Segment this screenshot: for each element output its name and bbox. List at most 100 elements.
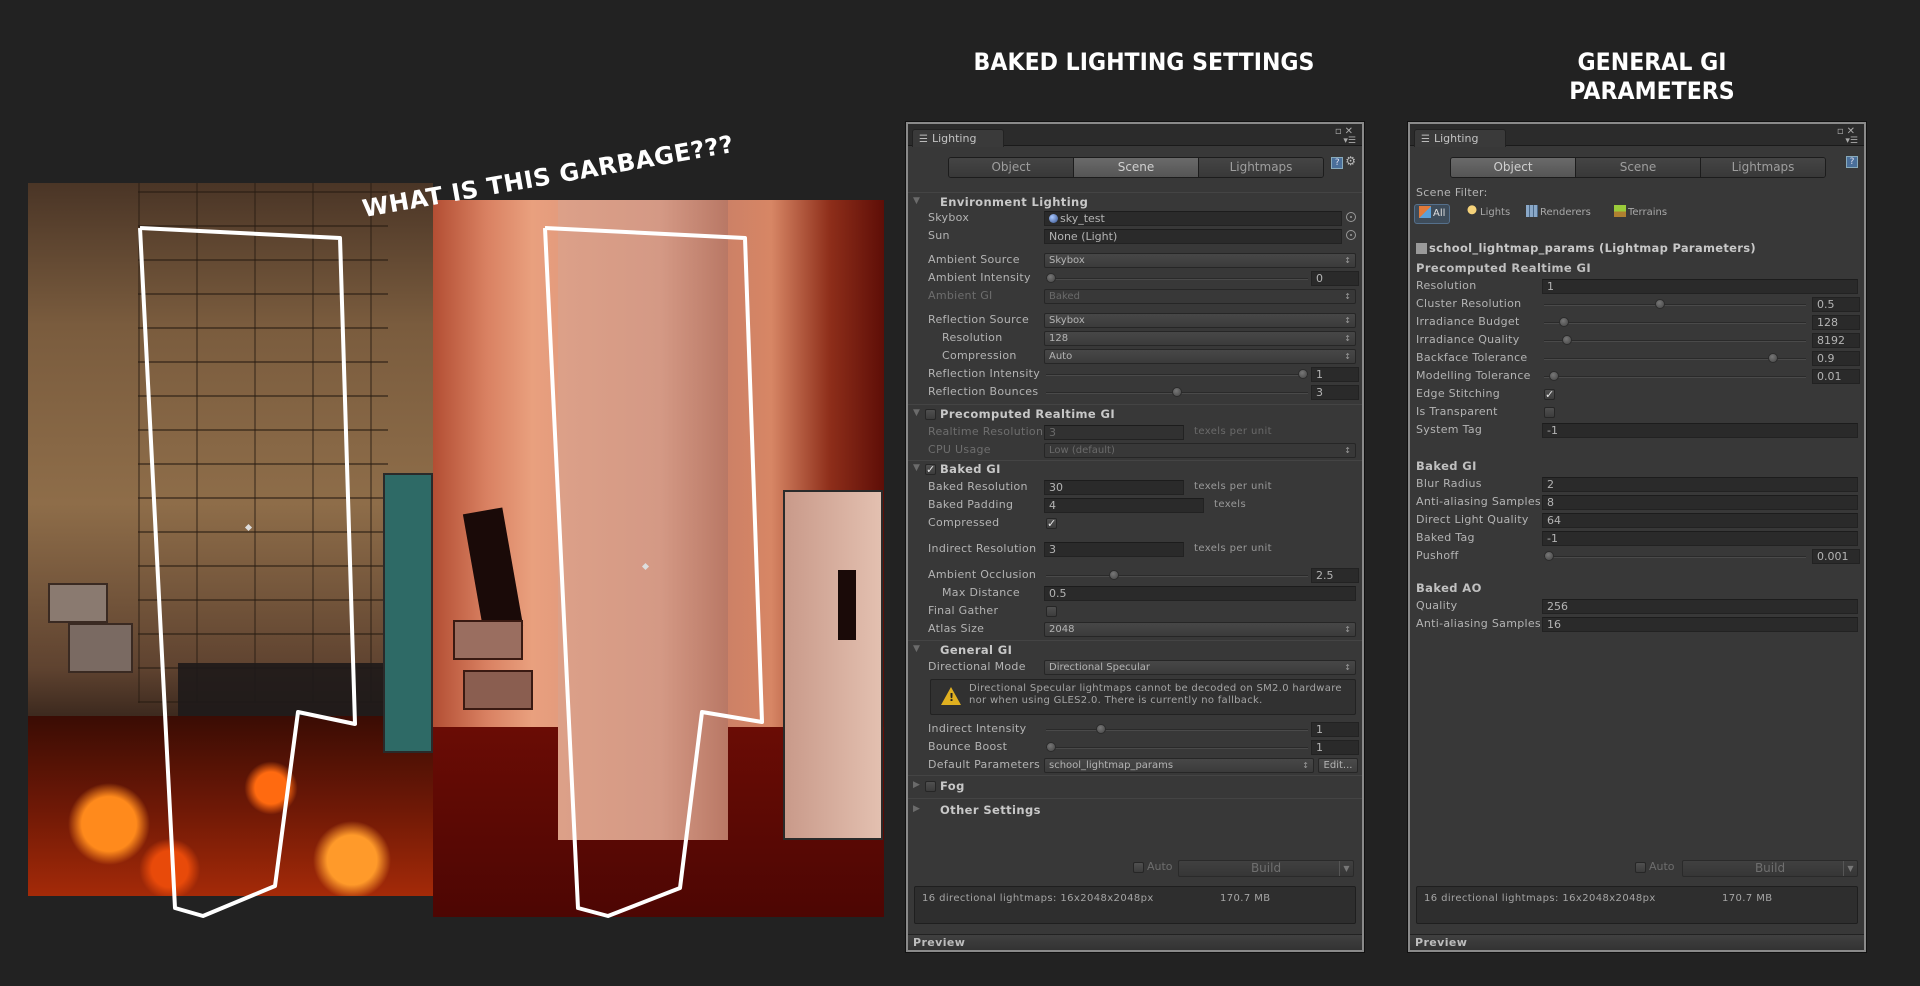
slider-thumb[interactable] [1549, 371, 1560, 381]
modelling-tolerance-slider[interactable] [1544, 369, 1806, 384]
object-picker-icon[interactable] [1346, 230, 1356, 240]
atlas-size-dropdown[interactable]: 2048 [1044, 622, 1356, 637]
tab-scene[interactable]: Scene [1074, 158, 1199, 177]
foldout-arrow-icon[interactable]: ▶ [913, 780, 920, 790]
auto-checkbox[interactable] [1635, 862, 1646, 873]
tab-scene[interactable]: Scene [1576, 158, 1701, 177]
section-other-settings[interactable]: ▶ Other Settings [908, 802, 1362, 820]
baked-tag-field[interactable]: -1 [1542, 531, 1858, 546]
slider-thumb[interactable] [1544, 551, 1554, 561]
reflection-intensity-slider[interactable] [1046, 367, 1308, 382]
ambient-occlusion-slider[interactable] [1046, 568, 1308, 583]
slider-thumb[interactable] [1654, 299, 1665, 309]
foldout-arrow-icon[interactable]: ▼ [913, 463, 920, 473]
pushoff-slider[interactable] [1544, 549, 1806, 564]
auto-checkbox[interactable] [1133, 862, 1144, 873]
tab-object[interactable]: Object [1451, 158, 1576, 177]
gear-icon[interactable]: ⚙ [1345, 154, 1356, 168]
object-picker-icon[interactable] [1346, 212, 1356, 222]
edge-stitching-checkbox[interactable]: ✓ [1544, 389, 1555, 400]
indirect-intensity-slider[interactable] [1046, 722, 1308, 737]
baked-resolution-field[interactable]: 30 [1044, 480, 1184, 495]
section-general-gi[interactable]: ▼ General GI [908, 642, 1362, 660]
section-baked-gi[interactable]: ▼ ✓ Baked GI [908, 461, 1362, 479]
backface-tolerance-field[interactable]: 0.9 [1812, 351, 1860, 366]
ao-aa-samples-field[interactable]: 16 [1542, 617, 1858, 632]
compressed-checkbox[interactable]: ✓ [1046, 518, 1057, 529]
slider-thumb[interactable] [1096, 724, 1107, 734]
section-fog[interactable]: ▶ Fog [908, 778, 1362, 796]
reflection-intensity-field[interactable]: 1 [1311, 367, 1359, 382]
pushoff-field[interactable]: 0.001 [1812, 549, 1860, 564]
foldout-arrow-icon[interactable]: ▶ [913, 804, 920, 814]
foldout-arrow-icon[interactable]: ▼ [913, 408, 920, 418]
bounce-boost-field[interactable]: 1 [1311, 740, 1359, 755]
cluster-resolution-slider[interactable] [1544, 297, 1806, 312]
slider-thumb[interactable] [1046, 273, 1056, 283]
slider-thumb[interactable] [1559, 317, 1570, 327]
baked-padding-field[interactable]: 4 [1044, 498, 1204, 513]
slider-thumb[interactable] [1109, 570, 1119, 580]
precomputed-enable-checkbox[interactable] [925, 409, 936, 420]
section-precomputed-realtime-gi[interactable]: ▼ Precomputed Realtime GI [908, 406, 1362, 424]
help-icon[interactable]: ? [1846, 156, 1858, 168]
ambient-intensity-slider[interactable] [1046, 271, 1308, 286]
reflection-source-dropdown[interactable]: Skybox [1044, 313, 1356, 328]
baked-gi-enable-checkbox[interactable]: ✓ [925, 464, 936, 475]
reflection-resolution-dropdown[interactable]: 128 [1044, 331, 1356, 346]
help-icon[interactable]: ? [1331, 157, 1344, 169]
reflection-bounces-slider[interactable] [1046, 385, 1308, 400]
edit-parameters-button[interactable]: Edit... [1318, 758, 1358, 773]
compression-dropdown[interactable]: Auto [1044, 349, 1356, 364]
directional-mode-dropdown[interactable]: Directional Specular [1044, 660, 1356, 675]
irradiance-budget-slider[interactable] [1544, 315, 1806, 330]
build-button[interactable]: Build ▼ [1178, 860, 1354, 877]
ambient-source-dropdown[interactable]: Skybox [1044, 253, 1356, 268]
filter-renderers[interactable]: Renderers [1522, 204, 1595, 224]
window-menu-icon[interactable]: ▾☰ [1343, 136, 1356, 146]
blur-radius-field[interactable]: 2 [1542, 477, 1858, 492]
fog-enable-checkbox[interactable] [925, 781, 936, 792]
ao-quality-field[interactable]: 256 [1542, 599, 1858, 614]
window-tab-lighting[interactable]: ☰ Lighting [1414, 129, 1506, 147]
slider-thumb[interactable] [1768, 353, 1779, 363]
preview-bar[interactable]: Preview [1410, 934, 1864, 950]
filter-all[interactable]: All [1414, 204, 1451, 224]
skybox-field[interactable]: sky_test [1044, 211, 1342, 226]
indirect-intensity-field[interactable]: 1 [1311, 722, 1359, 737]
bounce-boost-slider[interactable] [1046, 740, 1308, 755]
slider-thumb[interactable] [1172, 387, 1182, 397]
tab-object[interactable]: Object [949, 158, 1074, 177]
final-gather-checkbox[interactable] [1046, 606, 1057, 617]
window-menu-icon[interactable]: ▾☰ [1845, 136, 1858, 146]
ambient-occlusion-field[interactable]: 2.5 [1311, 568, 1359, 583]
system-tag-field[interactable]: -1 [1542, 423, 1858, 438]
irradiance-budget-field[interactable]: 128 [1812, 315, 1860, 330]
backface-tolerance-slider[interactable] [1544, 351, 1806, 366]
indirect-resolution-field[interactable]: 3 [1044, 542, 1184, 557]
filter-lights[interactable]: Lights [1462, 204, 1514, 224]
foldout-arrow-icon[interactable]: ▼ [913, 196, 920, 206]
build-dropdown-arrow-icon[interactable]: ▼ [1339, 861, 1353, 876]
window-tab-lighting[interactable]: ☰ Lighting [912, 129, 1004, 147]
direct-light-quality-field[interactable]: 64 [1542, 513, 1858, 528]
preview-bar[interactable]: Preview [908, 934, 1362, 950]
tab-lightmaps[interactable]: Lightmaps [1701, 158, 1825, 177]
default-parameters-dropdown[interactable]: school_lightmap_params [1044, 758, 1314, 773]
tab-lightmaps[interactable]: Lightmaps [1199, 158, 1323, 177]
cluster-resolution-field[interactable]: 0.5 [1812, 297, 1860, 312]
aa-samples-field[interactable]: 8 [1542, 495, 1858, 510]
sun-field[interactable]: None (Light) [1044, 229, 1342, 244]
build-button[interactable]: Build ▼ [1682, 860, 1858, 877]
slider-thumb[interactable] [1561, 335, 1572, 345]
build-dropdown-arrow-icon[interactable]: ▼ [1843, 861, 1857, 876]
max-distance-field[interactable]: 0.5 [1044, 586, 1356, 601]
foldout-arrow-icon[interactable]: ▼ [913, 644, 920, 654]
ambient-intensity-field[interactable]: 0 [1311, 271, 1359, 286]
irradiance-quality-field[interactable]: 8192 [1812, 333, 1860, 348]
reflection-bounces-field[interactable]: 3 [1311, 385, 1359, 400]
filter-terrains[interactable]: Terrains [1610, 204, 1671, 224]
irradiance-quality-slider[interactable] [1544, 333, 1806, 348]
is-transparent-checkbox[interactable] [1544, 407, 1555, 418]
resolution-field[interactable]: 1 [1542, 279, 1858, 294]
